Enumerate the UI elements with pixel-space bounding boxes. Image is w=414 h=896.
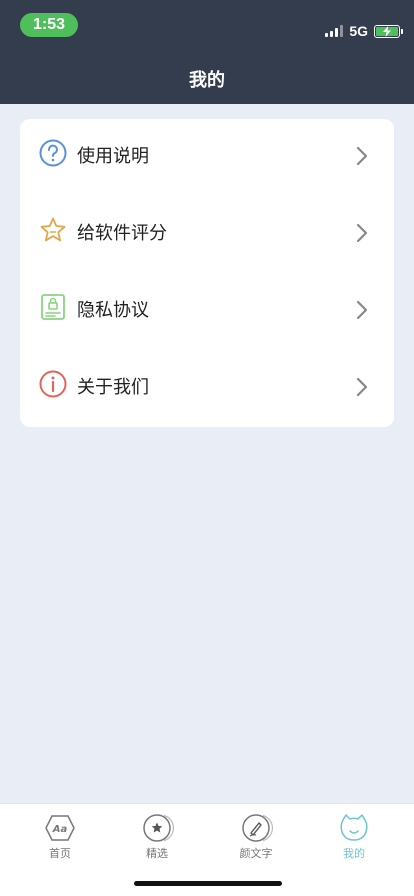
lock-document-icon <box>41 294 65 320</box>
tab-label: 精选 <box>146 848 168 860</box>
status-time: 1:53 <box>20 13 78 37</box>
menu-item-rate-app[interactable]: 给软件评分 <box>20 196 394 273</box>
chevron-right-icon <box>356 223 368 243</box>
menu-item-label: 使用说明 <box>77 146 149 166</box>
chevron-right-icon <box>356 146 368 166</box>
tab-label: 首页 <box>49 848 71 860</box>
tab-mine[interactable]: 我的 <box>314 812 394 861</box>
menu-card: 使用说明 给软件评分 隐私协议 关于我们 <box>20 119 394 427</box>
chevron-right-icon <box>356 377 368 397</box>
menu-item-label: 关于我们 <box>77 377 149 397</box>
battery-charging-icon <box>374 24 403 38</box>
menu-item-privacy[interactable]: 隐私协议 <box>20 273 394 350</box>
network-label: 5G <box>349 23 368 39</box>
top-bar: 1:53 5G 我的 <box>0 0 414 104</box>
info-circle-icon <box>39 370 67 398</box>
home-indicator <box>134 881 282 886</box>
tab-label: 颜文字 <box>239 848 273 860</box>
page-title: 我的 <box>189 70 225 90</box>
signal-icon <box>325 25 344 37</box>
menu-item-about[interactable]: 关于我们 <box>20 350 394 427</box>
menu-item-label: 隐私协议 <box>77 300 149 320</box>
tab-home[interactable]: Aa 首页 <box>20 812 100 861</box>
menu-item-instructions[interactable]: 使用说明 <box>20 119 394 196</box>
star-outline-icon <box>40 217 66 242</box>
pen-circle-icon <box>242 814 273 842</box>
cat-face-icon <box>340 814 368 841</box>
chevron-right-icon <box>356 300 368 320</box>
question-circle-icon <box>39 139 67 167</box>
tab-label: 我的 <box>343 848 365 860</box>
tab-kaomoji[interactable]: 颜文字 <box>216 812 296 861</box>
svg-text:Aa: Aa <box>52 824 68 835</box>
tab-featured[interactable]: 精选 <box>117 812 197 861</box>
status-indicators: 5G <box>325 22 403 40</box>
menu-item-label: 给软件评分 <box>77 223 167 243</box>
aa-hexagon-icon: Aa <box>45 815 75 841</box>
star-badge-icon <box>143 814 174 842</box>
